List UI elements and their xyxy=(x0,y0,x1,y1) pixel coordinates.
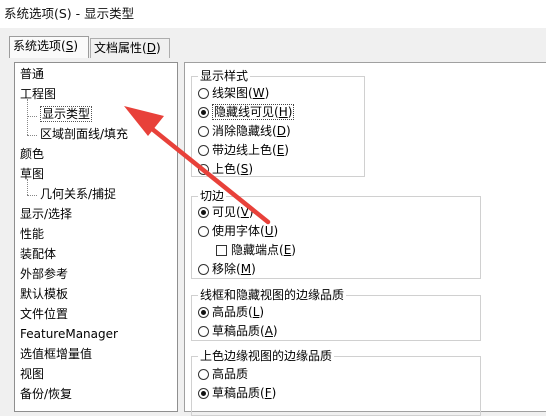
title-bar: 系统选项(S) - 显示类型 xyxy=(0,0,546,28)
tree-connector xyxy=(27,116,37,118)
group-label: 上色边缘视图的边缘品质 xyxy=(198,348,335,364)
radio-shaded-high-quality[interactable]: 高品质 xyxy=(198,365,248,383)
radio-tangent-visible[interactable]: 可见(V) xyxy=(198,203,254,221)
settings-panel: 显示样式 线架图(W) 隐藏线可见(H) 消除隐藏线(D) 带边线上色(E) 上… xyxy=(184,62,546,416)
radio-indicator xyxy=(198,126,209,137)
tree-item-general[interactable]: 普通 xyxy=(20,65,44,83)
tree-item-display-type[interactable]: 显示类型 xyxy=(40,105,93,123)
tree-item-external-references[interactable]: 外部参考 xyxy=(20,265,68,283)
tree-item-default-templates[interactable]: 默认模板 xyxy=(20,285,68,303)
radio-tangent-removed[interactable]: 移除(M) xyxy=(198,260,256,278)
tree-item-drawings[interactable]: 工程图 xyxy=(20,85,56,103)
tree-item-view[interactable]: 视图 xyxy=(20,365,44,383)
options-tree: 普通 工程图 显示类型 区域剖面线/填充 颜色 草图 几何关系/捕捉 显示/选择… xyxy=(14,62,178,412)
tree-item-colors[interactable]: 颜色 xyxy=(20,145,44,163)
group-shaded-edge-quality: 上色边缘视图的边缘品质 高品质 草稿品质(F) xyxy=(191,348,481,416)
tree-item-assemblies[interactable]: 装配体 xyxy=(20,245,56,263)
tree-item-sketch[interactable]: 草图 xyxy=(20,165,44,183)
tree-item-spin-box-increments[interactable]: 选值框增量值 xyxy=(20,345,92,363)
checkbox-indicator xyxy=(216,245,227,256)
radio-hidden-lines-removed[interactable]: 消除隐藏线(D) xyxy=(198,122,291,140)
tree-item-area-hatch[interactable]: 区域剖面线/填充 xyxy=(40,125,128,143)
radio-indicator xyxy=(198,145,209,156)
radio-tangent-use-font[interactable]: 使用字体(U) xyxy=(198,222,278,240)
radio-shaded-draft-quality[interactable]: 草稿品质(F) xyxy=(198,384,276,402)
tab-document-properties[interactable]: 文档属性(D) xyxy=(90,38,170,58)
tree-connector xyxy=(27,195,37,197)
radio-hidden-lines-visible[interactable]: 隐藏线可见(H) xyxy=(198,103,295,121)
tree-item-backup-recover[interactable]: 备份/恢复 xyxy=(20,385,72,403)
radio-indicator xyxy=(198,264,209,275)
tab-label: 系统选项 xyxy=(13,39,62,53)
group-tangent-edges: 切边 可见(V) 使用字体(U) 隐藏端点(E) 移除(M) xyxy=(191,188,481,279)
group-label: 切边 xyxy=(198,188,227,204)
window-title: 系统选项(S) - 显示类型 xyxy=(4,6,135,21)
radio-indicator xyxy=(198,226,209,237)
tree-item-display-selection[interactable]: 显示/选择 xyxy=(20,205,72,223)
tab-mnemonic: D xyxy=(146,41,156,55)
tree-item-file-locations[interactable]: 文件位置 xyxy=(20,305,68,323)
group-display-style: 显示样式 线架图(W) 隐藏线可见(H) 消除隐藏线(D) 带边线上色(E) 上… xyxy=(191,68,365,178)
radio-wireframe-high-quality[interactable]: 高品质(L) xyxy=(198,303,264,321)
radio-indicator xyxy=(198,107,209,118)
tree-item-performance[interactable]: 性能 xyxy=(20,225,44,243)
tab-system-options[interactable]: 系统选项(S) xyxy=(9,36,89,58)
radio-wireframe-draft-quality[interactable]: 草稿品质(A) xyxy=(198,322,278,340)
tree-item-featuremanager[interactable]: FeatureManager xyxy=(20,325,118,343)
radio-shaded-with-edges[interactable]: 带边线上色(E) xyxy=(198,141,289,159)
tab-label: 文档属性 xyxy=(94,41,143,55)
radio-indicator xyxy=(198,207,209,218)
radio-indicator xyxy=(198,307,209,318)
group-label: 显示样式 xyxy=(198,68,251,84)
radio-shaded[interactable]: 上色(S) xyxy=(198,160,253,178)
radio-indicator xyxy=(198,164,209,175)
radio-indicator xyxy=(198,369,209,380)
radio-wireframe[interactable]: 线架图(W) xyxy=(198,84,269,102)
checkbox-hide-ends[interactable]: 隐藏端点(E) xyxy=(216,241,296,259)
tree-item-relations-snaps[interactable]: 几何关系/捕捉 xyxy=(40,185,116,203)
tree-connector xyxy=(27,135,37,137)
group-label: 线框和隐藏视图的边缘品质 xyxy=(198,287,347,303)
radio-indicator xyxy=(198,88,209,99)
tab-mnemonic: S xyxy=(65,39,74,53)
radio-indicator xyxy=(198,388,209,399)
radio-indicator xyxy=(198,326,209,337)
group-wireframe-edge-quality: 线框和隐藏视图的边缘品质 高品质(L) 草稿品质(A) xyxy=(191,287,481,341)
